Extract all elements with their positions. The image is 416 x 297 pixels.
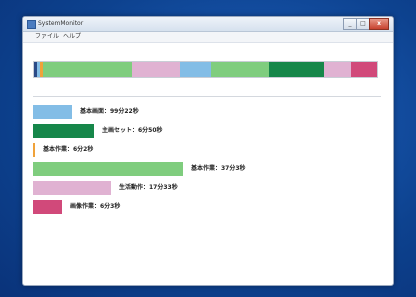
section-divider	[33, 96, 381, 97]
activity-timeline-bar	[33, 61, 378, 78]
timeline-segment-magenta	[351, 62, 377, 77]
activity-duration-label: 画像作業：6分3秒	[70, 203, 121, 210]
activity-duration-label: 主画セット：6分50秒	[102, 127, 163, 134]
minimize-button[interactable]: _	[343, 18, 357, 30]
activity-duration-bar	[33, 181, 111, 195]
desktop-background: SystemMonitor _ □ x ファイル ヘルプ 基本画面：99分22秒…	[0, 0, 416, 297]
activity-duration-label: 基本画面：99分22秒	[80, 108, 139, 115]
timeline-segment-dark-green	[269, 62, 324, 77]
close-button[interactable]: x	[369, 18, 389, 30]
activity-duration-bar	[33, 105, 72, 119]
timeline-segment-light-blue	[180, 62, 211, 77]
activity-duration-bar	[33, 162, 183, 176]
timeline-segment-light-pink	[324, 62, 351, 77]
activity-duration-bar	[33, 143, 35, 157]
caption-buttons: _ □ x	[343, 18, 389, 30]
activity-duration-bar	[33, 124, 94, 138]
window-title: SystemMonitor	[38, 20, 84, 27]
title-bar[interactable]: SystemMonitor _ □ x	[23, 17, 393, 32]
menu-file[interactable]: ファイル	[35, 33, 59, 41]
activity-duration-bar	[33, 200, 62, 214]
timeline-segment-light-green	[211, 62, 269, 77]
activity-duration-label: 基本作業：37分3秒	[191, 165, 246, 172]
app-window: SystemMonitor _ □ x ファイル ヘルプ 基本画面：99分22秒…	[22, 16, 394, 286]
app-icon	[27, 20, 36, 29]
menu-help[interactable]: ヘルプ	[63, 33, 81, 41]
maximize-button[interactable]: □	[356, 18, 370, 30]
timeline-segment-light-green	[43, 62, 132, 77]
activity-duration-label: 生活動作：17分33秒	[119, 184, 178, 191]
timeline-segment-light-pink	[132, 62, 180, 77]
menu-bar: ファイル ヘルプ	[23, 32, 393, 43]
activity-duration-label: 基本作業：6分2秒	[43, 146, 94, 153]
